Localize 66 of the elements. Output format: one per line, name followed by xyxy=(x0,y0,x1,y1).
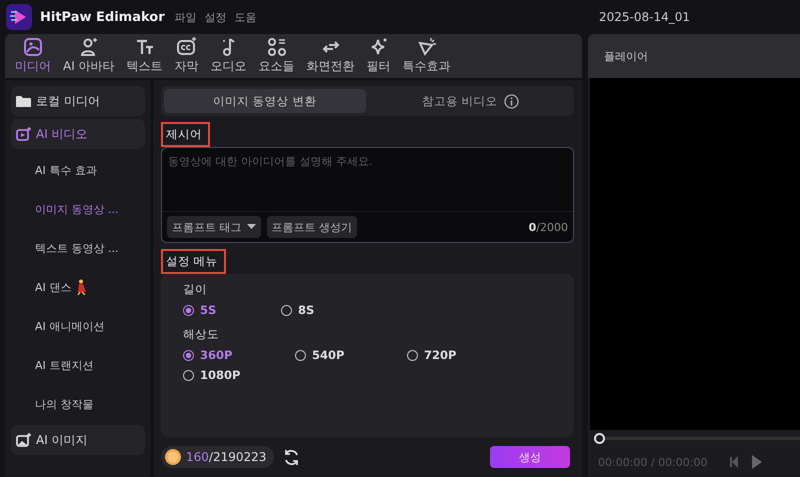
character-count: 0/2000 xyxy=(528,220,568,234)
prompt-generator-button[interactable]: 프롬프트 생성기 xyxy=(266,216,357,238)
setting-label: 해상도 xyxy=(183,327,219,342)
toolbar-tab[interactable]: 미디어 xyxy=(9,37,57,75)
radio-button[interactable] xyxy=(183,370,194,380)
sidebar-item[interactable]: AI 특수 효과 xyxy=(11,152,145,188)
sidebar-item[interactable]: AI 댄스 xyxy=(11,269,145,305)
app-logo-icon xyxy=(6,4,32,30)
sidebar-category[interactable]: AI 이미지 xyxy=(11,425,145,455)
sidebar-item[interactable]: AI 트랜지션 xyxy=(11,347,145,383)
progress-slider[interactable] xyxy=(594,433,800,444)
slider-thumb[interactable] xyxy=(594,433,605,444)
sidebar-item[interactable]: 이미지 동영상 ... xyxy=(11,191,145,227)
mode-tab[interactable]: 참고용 비디오 xyxy=(370,89,571,113)
time-display: 00:00:00 / 00:00:00 xyxy=(598,456,708,468)
menu-item[interactable]: 도움 xyxy=(234,10,257,24)
subtitle-icon xyxy=(176,37,197,57)
radio-selected[interactable] xyxy=(183,304,194,316)
toolbar-tab[interactable]: 텍스트 xyxy=(120,37,169,75)
sidebar-item[interactable]: 텍스트 동영상 ... xyxy=(11,230,145,266)
radio-selected[interactable] xyxy=(183,350,194,360)
toolbar-tab[interactable]: 요소들 xyxy=(252,37,301,75)
prompt-tag-dropdown[interactable]: 프롬프트 태그 xyxy=(167,216,260,238)
toolbar-tab[interactable]: AI 아바타 xyxy=(57,37,121,75)
radio-option[interactable]: 720P xyxy=(407,348,456,362)
sidebar-item[interactable]: AI 애니메이션 xyxy=(11,308,145,344)
menu-item[interactable]: 파일 xyxy=(174,10,197,24)
radio-button[interactable] xyxy=(281,304,292,316)
setting-label: 길이 xyxy=(183,282,207,297)
radio-option[interactable]: 5S xyxy=(183,303,216,317)
text-icon xyxy=(134,37,155,57)
panel-title: 플레이어 xyxy=(604,48,648,64)
menu-item[interactable]: 설정 xyxy=(204,10,227,24)
folder-icon xyxy=(16,94,31,108)
radio-option[interactable]: 1080P xyxy=(183,368,240,382)
image-icon xyxy=(23,37,43,57)
mode-tab[interactable]: 이미지 동영상 변환 xyxy=(164,89,366,113)
coin-icon xyxy=(165,449,181,465)
prompt-field[interactable]: 동영상에 대한 아이디어를 설명해 주세요. 프롬프트 태그 프롬프트 생성기 0/2000 xyxy=(161,147,574,243)
toolbar-tab[interactable]: 오디오 xyxy=(204,37,253,75)
elements-icon xyxy=(266,37,287,57)
refresh-icon[interactable] xyxy=(283,448,300,466)
caret-icon xyxy=(246,224,256,230)
radio-option[interactable]: 540P xyxy=(295,348,344,362)
section-label: 제시어 xyxy=(161,122,210,147)
generate-button[interactable]: 생성 xyxy=(490,446,570,468)
play-icon[interactable] xyxy=(752,455,762,469)
radio-button[interactable] xyxy=(407,350,418,360)
sidebar-category[interactable]: AI 비디오 xyxy=(11,119,145,149)
toolbar-tab[interactable]: 필터 xyxy=(360,37,397,75)
credits-count: 160/2190223 xyxy=(186,450,266,464)
app-name: HitPaw Edimakor xyxy=(40,10,165,24)
video-plus-icon xyxy=(16,127,31,141)
toolbar-tab[interactable]: 자막 xyxy=(168,37,205,75)
image-plus-icon xyxy=(16,433,31,447)
radio-option[interactable]: 360P xyxy=(183,348,232,362)
sidebar-category[interactable]: 로컬 미디어 xyxy=(11,86,145,116)
toolbar-tab[interactable]: 특수효과 xyxy=(396,37,457,75)
radio-option[interactable]: 8S xyxy=(281,303,314,317)
party-popper-icon xyxy=(416,37,437,57)
person-plus-icon xyxy=(78,37,99,57)
radio-button[interactable] xyxy=(295,350,306,360)
toolbar-tab[interactable]: 화면전환 xyxy=(300,37,361,75)
sidebar-item[interactable]: 나의 창작물 xyxy=(11,386,145,422)
project-name: 2025-08-14_01 xyxy=(598,10,690,24)
section-label: 설정 메뉴 xyxy=(161,249,226,274)
